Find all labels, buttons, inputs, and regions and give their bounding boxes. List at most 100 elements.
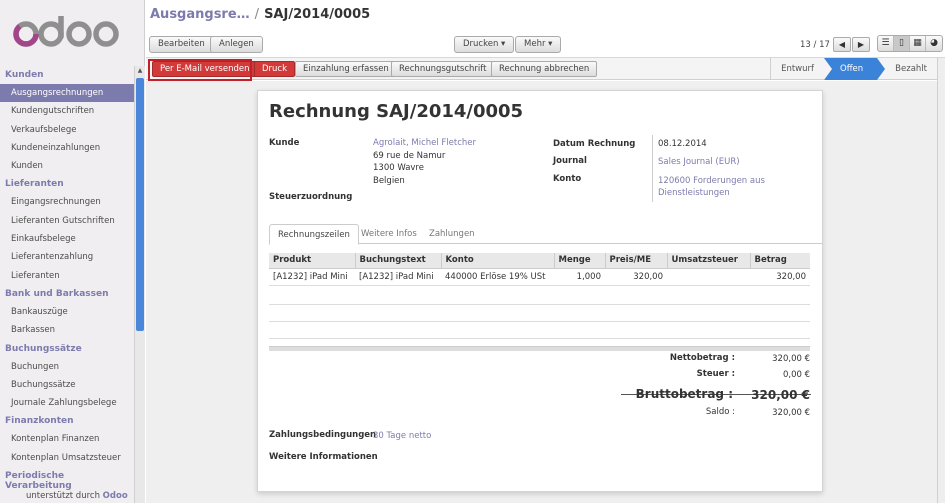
empty-row-divider [269, 304, 810, 305]
section-bank[interactable]: Bank und Barkassen [0, 285, 134, 303]
print-invoice-button[interactable]: Druck [254, 61, 296, 77]
payment-terms-link[interactable]: 30 Tage netto [373, 430, 431, 443]
account-label: Konto [553, 174, 582, 184]
net-amount-value: 320,00 € [772, 354, 810, 364]
journal-label: Journal [553, 156, 587, 166]
sidebar-item-kundeneinzahlungen[interactable]: Kundeneinzahlungen [0, 139, 134, 157]
page-title: Rechnung SAJ/2014/0005 [269, 101, 524, 122]
control-panel: Ausgangsre… / SAJ/2014/0005 Bearbeiten Anl… [146, 0, 945, 58]
column-header[interactable]: Betrag [750, 253, 810, 269]
calendar-view-icon[interactable]: ▦ [910, 36, 926, 51]
column-header[interactable]: Buchungstext [355, 253, 442, 269]
sidebar-item-lieferanten-gutschriften[interactable]: Lieferanten Gutschriften [0, 212, 134, 230]
powered-by: unterstützt durch Odoo [26, 491, 128, 501]
pager-next-icon[interactable]: ▶ [852, 37, 870, 52]
column-header[interactable]: Menge [554, 253, 606, 269]
sidebar-item-journale-zahlungsbelege[interactable]: Journale Zahlungsbelege [0, 394, 134, 412]
section-buchungssaetze[interactable]: Buchungssätze [0, 340, 134, 358]
sidebar-item-verkaufsbelege[interactable]: Verkaufsbelege [0, 121, 134, 139]
table-row[interactable]: [A1232] iPad Mini [A1232] iPad Mini 4400… [269, 268, 810, 286]
tab-invoice-lines[interactable]: Rechnungszeilen [269, 224, 359, 245]
powered-by-text: unterstützt durch [26, 491, 100, 501]
sidebar-item-kunden[interactable]: Kunden [0, 157, 134, 175]
edit-button[interactable]: Bearbeiten [149, 36, 214, 53]
table-footer [269, 346, 810, 351]
form-view-icon[interactable]: ▯ [894, 36, 910, 51]
sidebar-item-ausgangsrechnungen[interactable]: Ausgangsrechnungen [0, 84, 134, 103]
tab-other-info[interactable]: Weitere Infos [353, 224, 425, 245]
page-scrollbar[interactable] [937, 58, 945, 503]
payment-terms-label: Zahlungsbedingungen [269, 430, 377, 440]
column-header[interactable]: Produkt [269, 253, 356, 269]
sidebar-item-buchungssaetze[interactable]: Buchungssätze [0, 376, 134, 394]
notebook-tabs: Rechnungszeilen Weitere Infos Zahlungen [269, 224, 822, 245]
gross-amount-value: 320,00 € [751, 388, 810, 402]
more-info-label: Weitere Informationen [269, 452, 378, 462]
empty-row-divider [269, 338, 810, 339]
print-dropdown[interactable]: Drucken ▾ [454, 36, 515, 53]
powered-by-brand[interactable]: Odoo [103, 491, 128, 501]
odoo-logo[interactable] [0, 0, 144, 62]
invoice-date-label: Datum Rechnung [553, 139, 636, 149]
tab-payments[interactable]: Zahlungen [421, 224, 483, 245]
create-button[interactable]: Anlegen [210, 36, 263, 53]
cancel-invoice-button[interactable]: Rechnung abbrechen [491, 61, 598, 77]
more-dropdown[interactable]: Mehr ▾ [515, 36, 562, 53]
pager-previous-icon[interactable]: ◀ [833, 37, 851, 52]
balance-label: Saldo : [705, 407, 735, 417]
breadcrumb: Ausgangsre… / SAJ/2014/0005 [150, 7, 370, 22]
invoice-date-value: 08.12.2014 [658, 139, 707, 149]
breadcrumb-separator: / [254, 7, 260, 22]
sidebar-item-kontenplan-finanzen[interactable]: Kontenplan Finanzen [0, 430, 134, 448]
sidebar-item-kundengutschriften[interactable]: Kundengutschriften [0, 102, 134, 120]
column-header[interactable]: Konto [441, 253, 555, 269]
refund-button[interactable]: Rechnungsgutschrift [391, 61, 495, 77]
graph-view-icon[interactable]: ◕ [926, 36, 942, 51]
table-header-row: Produkt Buchungstext Konto Menge Preis/M… [269, 253, 810, 269]
sidebar-item-lieferanten[interactable]: Lieferanten [0, 267, 134, 285]
sidebar-scrollbar[interactable]: ▲ [134, 66, 145, 503]
sidebar-item-einkaufsbelege[interactable]: Einkaufsbelege [0, 230, 134, 248]
cell-quantity: 1,000 [554, 268, 605, 286]
form-view: Rechnung SAJ/2014/0005 Kunde Agrolait, M… [146, 81, 937, 503]
tax-amount-value: 0,00 € [782, 370, 810, 380]
breadcrumb-current: SAJ/2014/0005 [264, 7, 371, 22]
section-kunden[interactable]: Kunden [0, 66, 134, 84]
sidebar: Kunden Ausgangsrechnungen Kundengutschri… [0, 0, 145, 503]
register-payment-button[interactable]: Einzahlung erfassen [295, 61, 397, 77]
scroll-thumb[interactable] [136, 78, 144, 331]
sidebar-item-lieferantenzahlung[interactable]: Lieferantenzahlung [0, 248, 134, 266]
customer-street: 69 rue de Namur [373, 151, 446, 161]
sidebar-item-kontenplan-umsatzsteuer[interactable]: Kontenplan Umsatzsteuer [0, 449, 134, 467]
sidebar-item-barkassen[interactable]: Barkassen [0, 321, 134, 339]
customer-city: 1300 Wavre [373, 163, 424, 173]
invoice-sheet: Rechnung SAJ/2014/0005 Kunde Agrolait, M… [257, 90, 823, 492]
state-draft: Entwurf [770, 58, 824, 80]
invoice-lines-table: Produkt Buchungstext Konto Menge Preis/M… [269, 253, 810, 286]
balance-value: 320,00 € [772, 408, 810, 418]
cell-description: [A1232] iPad Mini [355, 268, 441, 286]
column-header[interactable]: Umsatzsteuer [667, 253, 751, 269]
column-header[interactable]: Preis/ME [605, 253, 668, 269]
section-periodische-verarbeitung[interactable]: Periodische Verarbeitung [0, 467, 134, 491]
breadcrumb-parent[interactable]: Ausgangsre… [150, 7, 250, 22]
section-lieferanten[interactable]: Lieferanten [0, 175, 134, 193]
tax-amount-label: Steuer : [696, 369, 735, 379]
scroll-up-icon[interactable]: ▲ [135, 66, 145, 76]
account-link-line2[interactable]: Dienstleistungen [658, 187, 730, 200]
sidebar-item-eingangsrechnungen[interactable]: Eingangsrechnungen [0, 193, 134, 211]
statusbar: Per E-Mail versenden Druck Einzahlung er… [146, 58, 945, 81]
cell-account: 440000 Erlöse 19% USt [441, 268, 554, 286]
account-link-line1[interactable]: 120600 Forderungen aus [658, 175, 765, 188]
view-switcher: ☰ ▯ ▦ ◕ [877, 35, 943, 52]
gross-amount-label: Bruttobetrag : [635, 387, 733, 401]
sidebar-item-buchungen[interactable]: Buchungen [0, 358, 134, 376]
empty-row-divider [269, 321, 810, 322]
journal-link[interactable]: Sales Journal (EUR) [658, 156, 740, 169]
list-view-icon[interactable]: ☰ [878, 36, 894, 51]
section-finanzkonten[interactable]: Finanzkonten [0, 412, 134, 430]
sidebar-item-bankauszuege[interactable]: Bankauszüge [0, 303, 134, 321]
customer-link[interactable]: Agrolait, Michel Fletcher [373, 137, 476, 150]
sidebar-menu: Kunden Ausgangsrechnungen Kundengutschri… [0, 66, 134, 491]
net-amount-label: Nettobetrag : [669, 353, 735, 363]
